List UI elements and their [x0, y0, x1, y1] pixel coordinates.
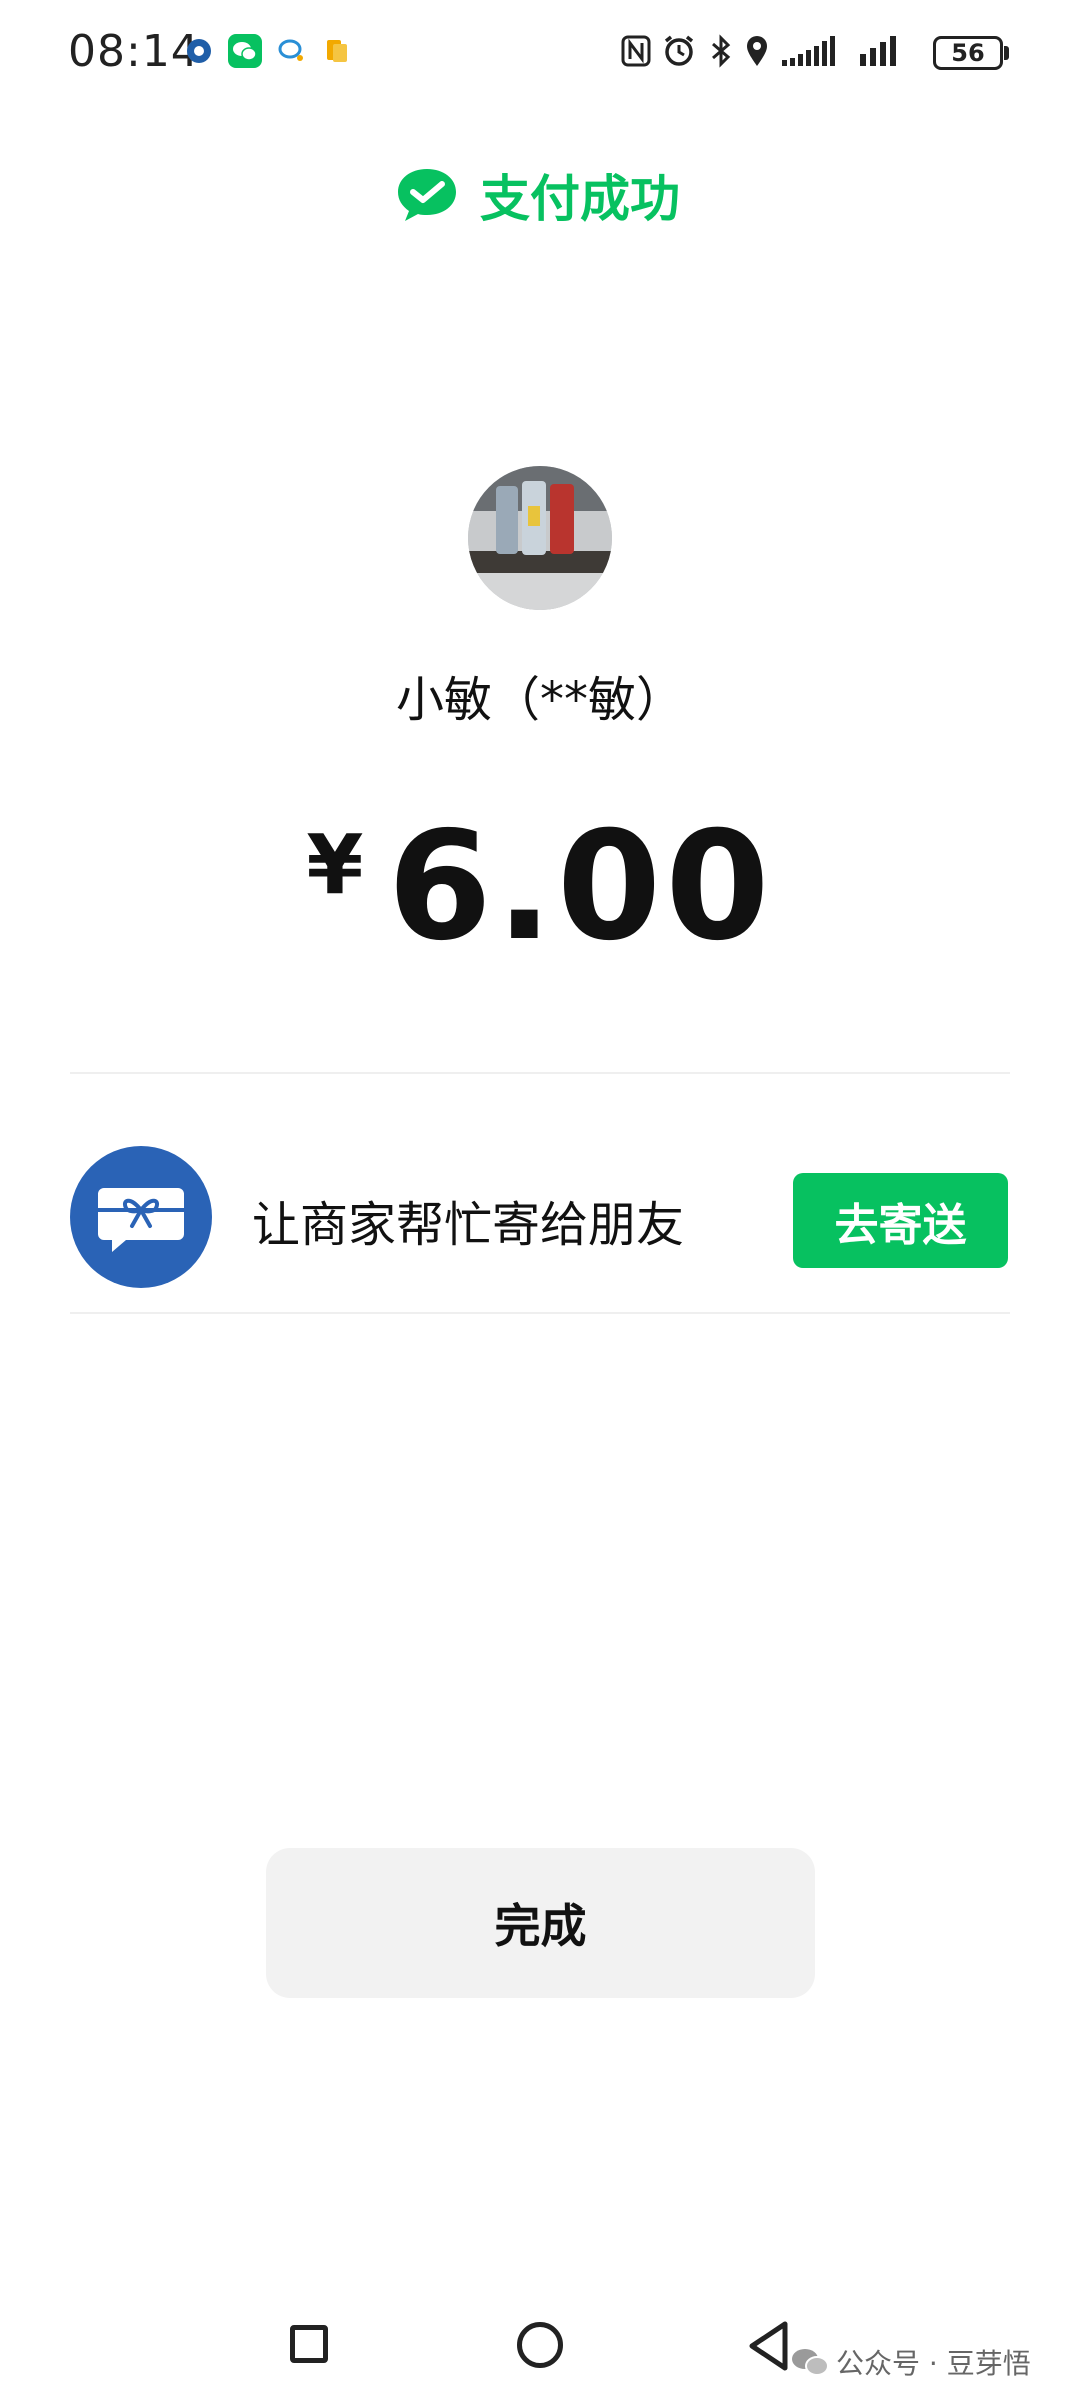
watermark: 公众号 · 豆芽悟	[790, 2342, 1031, 2382]
send-gift-button[interactable]: 去寄送	[793, 1173, 1008, 1268]
back-icon[interactable]	[747, 2320, 791, 2372]
wechat-icon	[228, 34, 262, 68]
watermark-text: 公众号 · 豆芽悟	[836, 2347, 1031, 2380]
china-mobile-icon	[187, 39, 211, 63]
docs-icon	[327, 40, 347, 62]
nfc-icon	[621, 35, 651, 67]
wechat-logo-icon	[792, 2349, 829, 2376]
payee-avatar	[468, 466, 612, 610]
amount-value: 6.00	[387, 800, 774, 974]
done-button[interactable]: 完成	[266, 1848, 815, 1998]
gift-promo-text: 让商家帮忙寄给朋友	[252, 1197, 685, 1253]
divider	[70, 1312, 1010, 1314]
check-bubble-icon	[398, 169, 456, 221]
signal-icon	[860, 36, 896, 66]
chat-bubble-icon	[278, 39, 303, 61]
page-title: 支付成功	[480, 170, 680, 228]
currency-symbol: ¥	[306, 818, 364, 913]
battery-indicator: 56	[933, 36, 1003, 70]
payment-amount: ¥6.00	[0, 800, 1080, 974]
payment-success-header: 支付成功	[396, 160, 680, 230]
home-icon[interactable]	[517, 2322, 563, 2368]
payee-name: 小敏（**敏）	[395, 672, 684, 728]
gift-card-icon	[70, 1146, 212, 1288]
signal-icon	[782, 36, 835, 66]
recent-apps-icon[interactable]	[290, 2325, 328, 2363]
status-time: 08:14	[68, 26, 200, 77]
bluetooth-icon	[712, 34, 731, 68]
status-bar: 08:14 56	[0, 0, 1080, 110]
battery-tip	[1004, 46, 1009, 60]
divider	[70, 1072, 1010, 1074]
location-icon	[747, 36, 767, 66]
alarm-icon	[664, 35, 694, 66]
